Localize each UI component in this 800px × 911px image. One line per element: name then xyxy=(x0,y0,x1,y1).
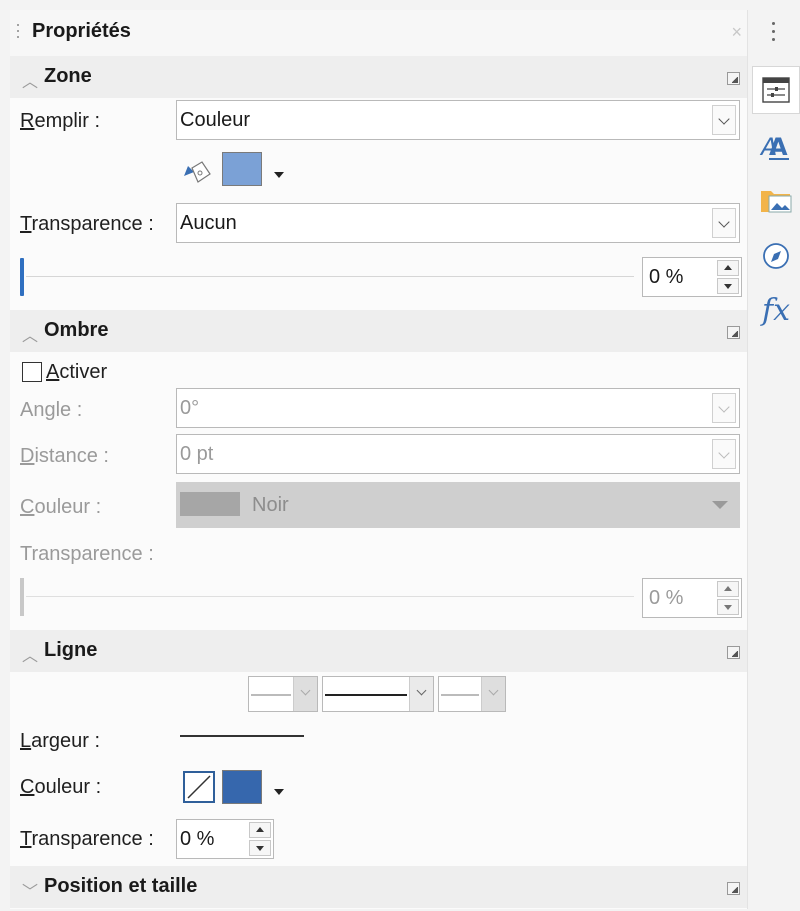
shadow-color-value: Noir xyxy=(252,494,289,516)
chevron-down-icon[interactable] xyxy=(712,439,736,469)
gallery-icon[interactable] xyxy=(752,176,800,224)
sidebar-tabbar: AA fx xyxy=(752,10,800,350)
fill-color-swatch[interactable] xyxy=(222,152,262,186)
chevron-down-icon[interactable] xyxy=(712,208,736,238)
line-start-arrow-select[interactable] xyxy=(248,676,318,712)
line-color-dropdown-icon[interactable] xyxy=(274,789,284,795)
section-ligne-title: Ligne xyxy=(44,639,98,661)
functions-icon[interactable]: fx xyxy=(752,286,800,334)
section-ombre-header[interactable]: ︿ Ombre xyxy=(10,310,747,352)
spin-down-icon[interactable] xyxy=(249,840,271,856)
line-color-icon[interactable] xyxy=(182,770,216,804)
chevron-down-icon[interactable] xyxy=(409,677,433,711)
fill-bucket-icon[interactable] xyxy=(180,158,214,188)
shadow-angle-label: Angle : xyxy=(20,399,83,421)
more-options-icon[interactable] xyxy=(727,646,740,659)
section-position-title: Position et taille xyxy=(44,875,198,897)
close-icon[interactable]: × xyxy=(731,22,742,43)
svg-text:A: A xyxy=(769,133,788,161)
line-preview xyxy=(441,694,479,696)
properties-panel: Propriétés × ︿ Zone Remplir : Couleur Tr… xyxy=(10,10,748,909)
chevron-down-icon[interactable] xyxy=(712,105,736,135)
shadow-enable-checkbox[interactable] xyxy=(22,362,42,382)
fill-select[interactable]: Couleur xyxy=(176,100,740,140)
spin-up-icon[interactable] xyxy=(717,581,739,597)
fill-label: Remplir : xyxy=(20,110,101,132)
shadow-color-select[interactable]: Noir xyxy=(176,482,740,528)
zone-transparency-label: Transparence : xyxy=(20,213,154,235)
drag-grip-icon[interactable] xyxy=(16,24,20,42)
spin-up-icon[interactable] xyxy=(717,260,739,276)
shadow-distance-value: 0 pt xyxy=(180,443,214,465)
section-ombre-title: Ombre xyxy=(44,319,109,341)
line-color-label: Couleur : xyxy=(20,776,102,798)
shadow-transparency-label: Transparence : xyxy=(20,543,154,565)
line-width-label: Largeur : xyxy=(20,730,101,752)
chevron-down-icon[interactable] xyxy=(712,501,728,509)
shadow-distance-label: Distance : xyxy=(20,445,109,467)
chevron-up-icon[interactable]: ︿ xyxy=(22,322,38,346)
section-zone-header[interactable]: ︿ Zone xyxy=(10,56,747,98)
line-transparency-spinbox[interactable]: 0 % xyxy=(176,819,274,859)
line-transparency-value: 0 % xyxy=(180,828,215,850)
shadow-transparency-spinbox[interactable]: 0 % xyxy=(642,578,742,618)
spin-down-icon[interactable] xyxy=(717,599,739,615)
line-end-arrow-select[interactable] xyxy=(438,676,506,712)
shadow-angle-select[interactable]: 0° xyxy=(176,388,740,428)
shadow-angle-value: 0° xyxy=(180,397,200,419)
spin-up-icon[interactable] xyxy=(249,822,271,838)
chevron-down-icon[interactable]: ﹀ xyxy=(22,878,38,902)
shadow-enable-label: Activer xyxy=(46,361,108,383)
line-preview xyxy=(251,694,291,696)
shadow-color-swatch xyxy=(180,492,240,516)
transparency-select[interactable]: Aucun xyxy=(176,203,740,243)
chevron-up-icon[interactable]: ︿ xyxy=(22,642,38,666)
chevron-down-icon[interactable] xyxy=(293,677,317,711)
line-transparency-label: Transparence : xyxy=(20,828,154,850)
navigator-icon[interactable] xyxy=(752,232,800,280)
more-options-icon[interactable] xyxy=(727,72,740,85)
line-color-swatch[interactable] xyxy=(222,770,262,804)
chevron-down-icon[interactable] xyxy=(481,677,505,711)
line-preview xyxy=(325,694,407,696)
line-width-preview[interactable] xyxy=(180,735,304,737)
panel-titlebar: Propriétés × xyxy=(10,10,747,56)
section-zone-title: Zone xyxy=(44,65,92,87)
more-options-icon[interactable] xyxy=(727,882,740,895)
shadow-transparency-value: 0 % xyxy=(649,587,684,609)
fill-color-dropdown-icon[interactable] xyxy=(274,172,284,178)
properties-icon[interactable] xyxy=(752,66,800,114)
shadow-transparency-slider[interactable] xyxy=(26,596,634,597)
line-style-select[interactable] xyxy=(322,676,434,712)
shadow-slider-handle[interactable] xyxy=(20,578,24,616)
styles-icon[interactable]: AA xyxy=(752,122,800,170)
section-ligne-header[interactable]: ︿ Ligne xyxy=(10,630,747,672)
more-options-icon[interactable] xyxy=(727,326,740,339)
functions-label: fx xyxy=(761,292,791,328)
panel-title: Propriétés xyxy=(32,20,131,42)
transparency-spinbox[interactable]: 0 % xyxy=(642,257,742,297)
fill-select-value: Couleur xyxy=(180,109,251,131)
transparency-slider-handle[interactable] xyxy=(20,258,24,296)
chevron-up-icon[interactable]: ︿ xyxy=(22,68,38,92)
transparency-spinbox-value: 0 % xyxy=(649,266,684,288)
chevron-down-icon[interactable] xyxy=(712,393,736,423)
more-vertical-icon[interactable] xyxy=(772,22,776,48)
transparency-slider[interactable] xyxy=(26,276,634,277)
spin-down-icon[interactable] xyxy=(717,278,739,294)
shadow-distance-select[interactable]: 0 pt xyxy=(176,434,740,474)
section-position-header[interactable]: ﹀ Position et taille xyxy=(10,866,747,908)
transparency-select-value: Aucun xyxy=(180,212,237,234)
shadow-color-label: Couleur : xyxy=(20,496,102,518)
